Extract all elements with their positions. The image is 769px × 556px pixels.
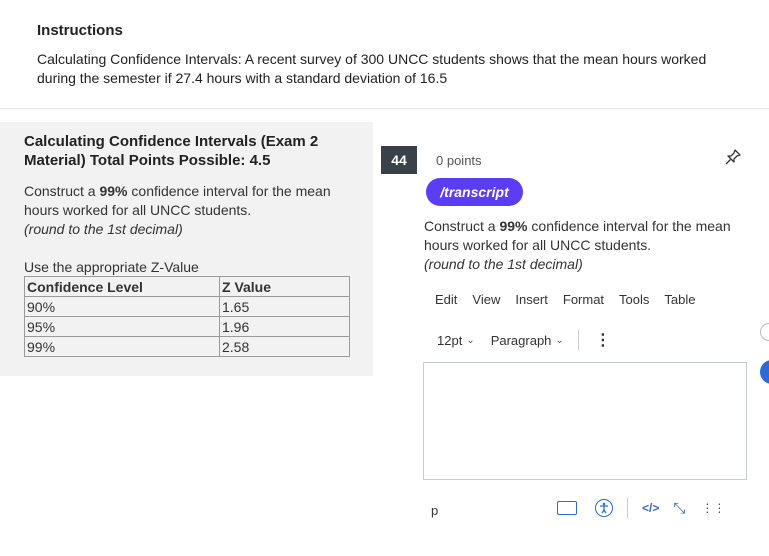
table-row: 90% 1.65 bbox=[24, 296, 350, 317]
toolbar-divider bbox=[577, 330, 579, 350]
z-table-caption: Use the appropriate Z-Value bbox=[24, 259, 199, 275]
question-points: 0 points bbox=[436, 153, 482, 168]
resize-grip-icon[interactable]: ⋮⋮ bbox=[701, 502, 725, 514]
reference-question-bold: 99% bbox=[99, 183, 128, 199]
transcript-button[interactable]: /transcript bbox=[426, 178, 523, 206]
menu-edit[interactable]: Edit bbox=[435, 292, 457, 307]
reference-question: Construct a 99% confidence interval for … bbox=[24, 182, 344, 239]
more-options-icon[interactable]: ⋮ bbox=[595, 330, 611, 350]
side-handle-icon[interactable] bbox=[760, 323, 769, 341]
menu-view[interactable]: View bbox=[472, 292, 500, 307]
chevron-down-icon: ⌄ bbox=[466, 334, 475, 346]
question-text-note: (round to the 1st decimal) bbox=[424, 256, 583, 272]
keyboard-icon[interactable] bbox=[557, 501, 577, 515]
statusbar-divider bbox=[627, 498, 628, 518]
column-header: Confidence Level bbox=[24, 276, 220, 297]
menu-table[interactable]: Table bbox=[664, 292, 695, 307]
menu-format[interactable]: Format bbox=[563, 292, 604, 307]
accessibility-icon[interactable] bbox=[595, 499, 613, 517]
editor-toolbar: 12pt ⌄ Paragraph ⌄ ⋮ bbox=[437, 330, 611, 350]
side-launcher-icon[interactable] bbox=[760, 360, 769, 384]
instructions-title: Instructions bbox=[37, 22, 123, 39]
table-cell: 1.65 bbox=[219, 296, 350, 317]
question-text: Construct a 99% confidence interval for … bbox=[424, 217, 744, 274]
question-text-bold: 99% bbox=[499, 218, 528, 234]
table-cell: 90% bbox=[24, 296, 220, 317]
reference-title: Calculating Confidence Intervals (Exam 2… bbox=[24, 133, 319, 169]
question-text-pre: Construct a bbox=[424, 218, 500, 234]
font-size-dropdown[interactable]: 12pt ⌄ bbox=[437, 333, 475, 348]
reference-question-pre: Construct a bbox=[24, 183, 100, 199]
pin-icon[interactable] bbox=[724, 148, 742, 166]
table-cell: 99% bbox=[24, 336, 220, 357]
column-header: Z Value bbox=[219, 276, 350, 297]
editor-menubar: Edit View Insert Format Tools Table bbox=[435, 292, 710, 307]
table-row: 99% 2.58 bbox=[24, 336, 350, 357]
table-row: 95% 1.96 bbox=[24, 316, 350, 337]
instructions-body: Calculating Confidence Intervals: A rece… bbox=[37, 51, 707, 86]
reference-question-note: (round to the 1st decimal) bbox=[24, 221, 183, 237]
font-size-value: 12pt bbox=[437, 332, 463, 348]
fullscreen-icon[interactable]: ⤡ bbox=[673, 500, 685, 517]
block-format-value: Paragraph bbox=[490, 332, 552, 348]
block-format-dropdown[interactable]: Paragraph ⌄ bbox=[491, 333, 564, 348]
instructions-panel: Instructions Calculating Confidence Inte… bbox=[0, 0, 769, 109]
rich-text-editor-area[interactable] bbox=[423, 362, 747, 480]
table-cell: 2.58 bbox=[219, 336, 350, 357]
menu-tools[interactable]: Tools bbox=[619, 292, 649, 307]
table-cell: 1.96 bbox=[219, 316, 350, 337]
html-editor-icon[interactable]: </> bbox=[642, 501, 659, 515]
menu-insert[interactable]: Insert bbox=[515, 292, 548, 307]
z-value-table: Confidence Level Z Value 90% 1.65 95% 1.… bbox=[24, 276, 350, 357]
chevron-down-icon: ⌄ bbox=[555, 334, 564, 346]
reference-panel: Calculating Confidence Intervals (Exam 2… bbox=[0, 122, 373, 376]
table-header-row: Confidence Level Z Value bbox=[24, 276, 350, 297]
editor-statusbar: </> ⤡ ⋮⋮ bbox=[557, 498, 725, 518]
table-cell: 95% bbox=[24, 316, 220, 337]
question-number-badge: 44 bbox=[381, 146, 417, 174]
element-path[interactable]: p bbox=[431, 503, 438, 518]
